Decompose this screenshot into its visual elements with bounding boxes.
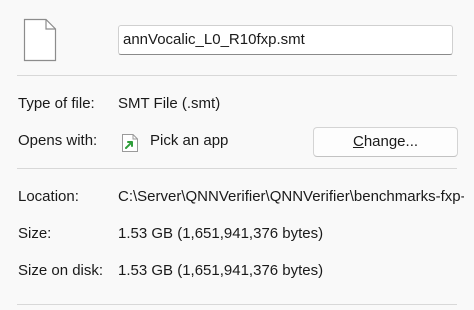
blank-document-icon [23, 18, 57, 62]
location-value: C:\Server\QNNVerifier\QNNVerifier\benchm… [118, 188, 464, 205]
opens-with-app-name: Pick an app [150, 132, 229, 149]
location-label: Location: [18, 188, 79, 205]
size-value: 1.53 GB (1,651,941,376 bytes) [118, 225, 324, 242]
change-button-label: hange... [363, 133, 419, 150]
size-on-disk-value: 1.53 GB (1,651,941,376 bytes) [118, 262, 324, 279]
change-button[interactable]: Change... [313, 127, 458, 157]
divider [17, 168, 457, 169]
size-on-disk-label: Size on disk: [18, 262, 104, 279]
size-label: Size: [18, 225, 52, 242]
divider [17, 304, 457, 305]
divider [17, 75, 457, 76]
opens-with-label: Opens with: [18, 132, 98, 149]
type-of-file-value: SMT File (.smt) [118, 95, 221, 112]
type-of-file-label: Type of file: [18, 95, 95, 112]
pick-app-icon [122, 134, 138, 152]
filename-field[interactable]: annVocalic_L0_R10fxp.smt [118, 25, 453, 55]
file-properties-panel: annVocalic_L0_R10fxp.smt Type of file: S… [0, 0, 474, 310]
change-button-mnemonic: C [352, 133, 364, 150]
